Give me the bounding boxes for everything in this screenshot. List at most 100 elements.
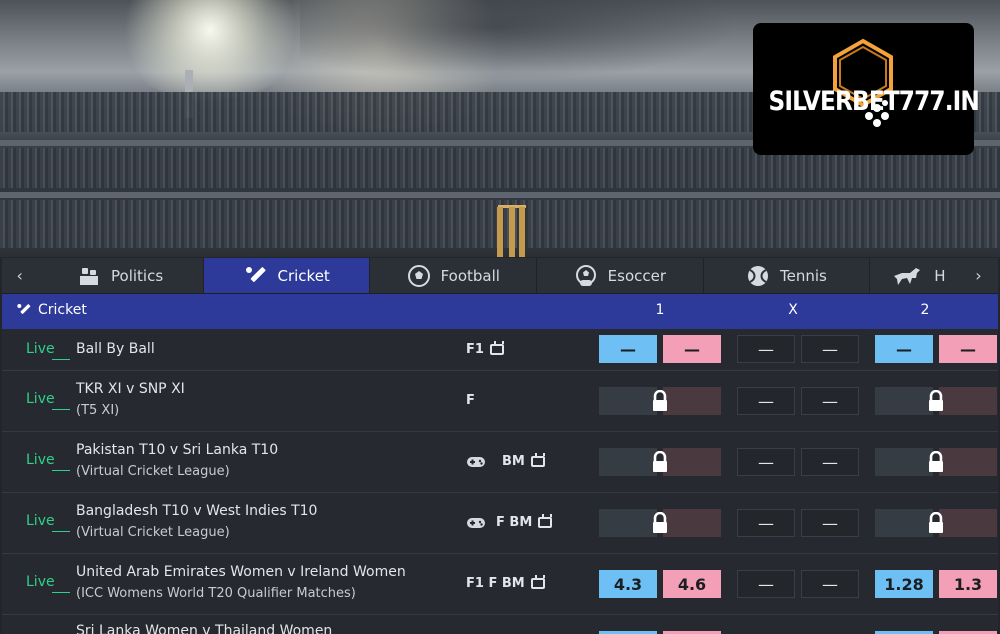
tab-esoccer[interactable]: Esoccer [537, 258, 704, 293]
tab-label: Cricket [277, 266, 330, 285]
tab-label: Tennis [780, 266, 827, 285]
tv-icon [530, 456, 545, 467]
tv-icon [489, 344, 504, 355]
match-row[interactable]: Live Pakistan T10 v Sri Lanka T10 (Virtu… [2, 432, 998, 493]
tennis-ball-icon [748, 265, 769, 286]
match-title: Ball By Ball [76, 341, 155, 357]
stand-rail [0, 192, 1000, 198]
match-row[interactable]: Sri Lanka Women v Thailand Women [2, 615, 998, 634]
odds-group: 4.3 4.6 — — 1.28 1.3 [599, 570, 997, 598]
lay-odds-x[interactable]: — [801, 335, 859, 363]
tv-icon [538, 517, 553, 528]
badge-text: F [466, 393, 475, 408]
logo-text: SILVERBET777.IN [768, 86, 980, 117]
tab-cricket[interactable]: Cricket [203, 258, 371, 293]
tab-label: Politics [111, 266, 164, 285]
football-icon [407, 264, 430, 287]
match-name[interactable]: United Arab Emirates Women v Ireland Wom… [76, 562, 406, 604]
lay-odds-2[interactable]: — [939, 335, 997, 363]
tab-label: Esoccer [607, 266, 667, 285]
odds-group: — — [599, 387, 997, 415]
lay-odds-1[interactable]: 4.6 [663, 570, 721, 598]
badge-text: F BM [496, 515, 533, 530]
back-odds-2[interactable]: 1.28 [875, 570, 933, 598]
match-subtitle: (Virtual Cricket League) [76, 525, 230, 540]
lock-icon [929, 390, 943, 411]
match-list: Live Ball By Ball F1 — — — — — — Live TK… [2, 329, 998, 634]
lock-icon [929, 512, 943, 533]
esoccer-icon [575, 264, 596, 286]
match-badges: F [466, 393, 475, 408]
locked-odds-2 [875, 448, 997, 476]
live-underline [52, 409, 70, 410]
tab-tennis[interactable]: Tennis [704, 258, 871, 293]
match-row[interactable]: Live Bangladesh T10 v West Indies T10 (V… [2, 493, 998, 554]
politics-icon [80, 267, 98, 285]
badge-text: F1 [466, 342, 484, 357]
back-odds-x[interactable]: — [737, 387, 795, 415]
live-underline [52, 531, 70, 532]
tabs-prev-arrow[interactable]: ‹ [2, 258, 37, 293]
match-subtitle: (Virtual Cricket League) [76, 464, 230, 479]
lay-odds-x[interactable]: — [801, 387, 859, 415]
locked-odds-2 [875, 509, 997, 537]
badge-text: BM [502, 454, 525, 469]
match-badges: F1 F BM [466, 576, 545, 591]
lay-odds-x[interactable]: — [801, 448, 859, 476]
section-title: Cricket [16, 302, 87, 318]
match-name[interactable]: Bangladesh T10 v West Indies T10 (Virtua… [76, 501, 317, 543]
match-subtitle: (T5 XI) [76, 403, 120, 418]
match-badges: BM [466, 454, 545, 469]
horse-racing-icon [894, 267, 921, 285]
back-odds-x[interactable]: — [737, 509, 795, 537]
match-badges: F1 [466, 342, 504, 357]
locked-odds-1 [599, 509, 721, 537]
lay-odds-x[interactable]: — [801, 509, 859, 537]
cricket-stumps-icon [497, 205, 528, 257]
match-name[interactable]: Sri Lanka Women v Thailand Women [76, 621, 332, 634]
tab-football[interactable]: Football [370, 258, 538, 293]
lock-icon [653, 512, 667, 533]
tab-label: Football [440, 266, 500, 285]
back-odds-x[interactable]: — [737, 570, 795, 598]
gamepad-icon [467, 517, 485, 528]
brand-logo[interactable]: SILVERBET777.IN [753, 23, 980, 155]
odds-group: — — [599, 448, 997, 476]
match-row[interactable]: Live Ball By Ball F1 — — — — — — [2, 329, 998, 371]
back-odds-x[interactable]: — [737, 448, 795, 476]
back-odds-2[interactable]: — [875, 335, 933, 363]
live-underline [52, 470, 70, 471]
live-label: Live [26, 341, 55, 357]
match-name[interactable]: Ball By Ball [76, 339, 155, 360]
cricket-section-header: Cricket 1 X 2 [2, 294, 998, 329]
match-title: TKR XI v SNP XI [76, 381, 185, 397]
back-odds-1[interactable]: 4.3 [599, 570, 657, 598]
tv-icon [530, 578, 545, 589]
cricket-bat-icon [17, 304, 31, 314]
lay-odds-1[interactable]: — [663, 335, 721, 363]
lay-odds-2[interactable]: 1.3 [939, 570, 997, 598]
lock-icon [653, 390, 667, 411]
match-name[interactable]: Pakistan T10 v Sri Lanka T10 (Virtual Cr… [76, 440, 278, 482]
live-label: Live [26, 574, 55, 590]
clouds [300, 0, 780, 90]
back-odds-1[interactable]: — [599, 335, 657, 363]
lay-odds-x[interactable]: — [801, 570, 859, 598]
live-label: Live [26, 513, 55, 529]
tab-horse-racing[interactable]: H [870, 258, 959, 293]
tabs-next-arrow[interactable]: › [959, 258, 998, 293]
match-title: Sri Lanka Women v Thailand Women [76, 623, 333, 634]
live-label: Live [26, 391, 55, 407]
match-row[interactable]: Live United Arab Emirates Women v Irelan… [2, 554, 998, 615]
column-header-2: 2 [920, 302, 930, 318]
match-name[interactable]: TKR XI v SNP XI (T5 XI) [76, 379, 185, 421]
column-header-1: 1 [655, 302, 665, 318]
match-row[interactable]: Live TKR XI v SNP XI (T5 XI) F — — [2, 371, 998, 432]
live-underline [52, 592, 70, 593]
tab-politics[interactable]: Politics [37, 258, 204, 293]
match-subtitle: (ICC Womens World T20 Qualifier Matches) [76, 586, 356, 601]
back-odds-x[interactable]: — [737, 335, 795, 363]
gamepad-icon [467, 456, 485, 467]
locked-odds-2 [875, 387, 997, 415]
locked-odds-1 [599, 387, 721, 415]
